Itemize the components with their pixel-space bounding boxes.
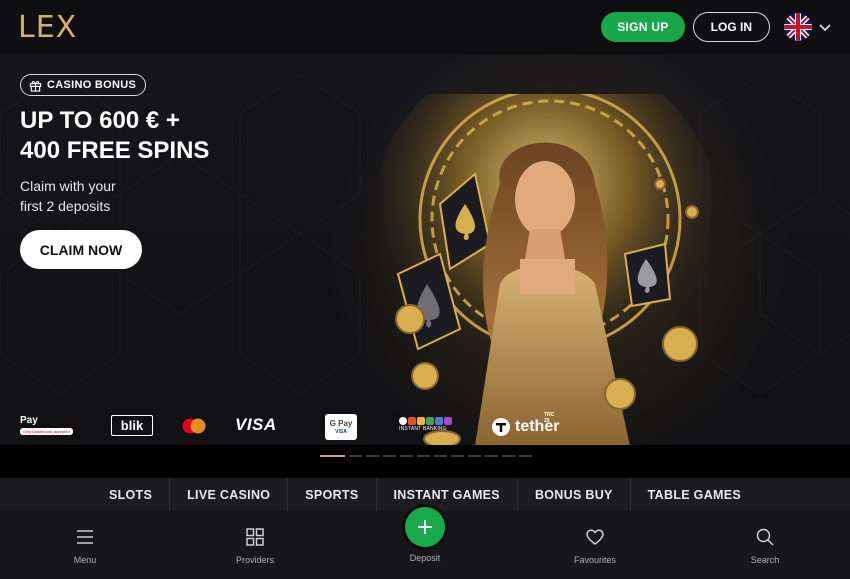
providers-label: Providers [235,555,274,565]
carousel-dot[interactable] [451,455,464,457]
carousel-indicators [320,455,532,457]
carousel-bar [0,445,850,478]
header-actions: SIGN UP LOG IN [601,12,832,42]
tether-icon [492,418,510,436]
search-button[interactable]: Search [725,527,805,565]
carousel-dot[interactable] [485,455,498,457]
search-label: Search [750,555,780,565]
favourites-button[interactable]: Favourites [555,527,635,565]
claim-now-button[interactable]: CLAIM NOW [20,230,142,269]
menu-button[interactable]: Menu [45,527,125,565]
language-selector[interactable] [784,13,832,41]
hero-banner: CASINO BONUS UP TO 600 € + 400 FREE SPIN… [0,54,850,445]
category-tab[interactable]: TABLE GAMES [631,478,758,511]
subtitle-line-2: first 2 deposits [20,198,111,214]
bank-badge-icon [408,417,416,425]
category-tab[interactable]: SLOTS [92,478,171,511]
hero-headline: UP TO 600 € + 400 FREE SPINS [20,106,320,166]
sign-up-button[interactable]: SIGN UP [601,12,685,42]
carousel-dot[interactable] [366,455,379,457]
apple-pay-note: Only Mastercard accepted [20,428,73,435]
gift-icon [29,80,42,92]
carousel-dot[interactable] [519,455,532,457]
hero-subtitle: Claim with your first 2 deposits [20,176,150,216]
bank-badge-icon [444,417,452,425]
tether-trc-label: TRC 20 [544,412,555,424]
bank-icon [399,417,407,425]
blik-logo: blik [111,415,153,436]
plus-icon [418,520,432,534]
carousel-dot[interactable] [320,455,345,457]
category-tab[interactable]: INSTANT GAMES [377,478,518,511]
instant-banking-label: INSTANT BANKING [399,426,447,432]
bank-badge-icon [417,417,425,425]
apple-pay-logo: Pay Only Mastercard accepted [20,415,73,435]
category-tab[interactable]: BONUS BUY [518,478,631,511]
log-in-button[interactable]: LOG IN [692,12,770,42]
tether-logo: tether TRC 20 [491,412,559,437]
bottom-navigation: Menu Providers Deposit Favourites Search [0,507,850,579]
gpay-visa-label: VISA [335,429,347,435]
hamburger-icon [77,530,93,544]
hero-illustration [380,94,710,445]
chevron-down-icon [819,24,831,32]
headline-line-1: UP TO 600 € + [20,107,180,134]
carousel-dot[interactable] [383,455,396,457]
carousel-dot[interactable] [434,455,447,457]
deposit-label: Deposit [409,553,441,563]
gpay-label: G Pay [329,419,353,428]
grid-icon [246,528,264,546]
uk-flag-icon [784,13,812,41]
top-header: LEX SIGN UP LOG IN [0,0,850,54]
instant-banking-icons [399,417,452,425]
mastercard-icon [182,418,206,434]
carousel-dot[interactable] [400,455,413,457]
providers-button[interactable]: Providers [215,527,295,565]
carousel-dot[interactable] [502,455,515,457]
subtitle-line-1: Claim with your [20,178,116,194]
favourites-label: Favourites [573,555,617,565]
payment-methods-row: Pay Only Mastercard accepted blik VISA G… [0,405,850,445]
visa-logo: VISA [235,415,277,434]
search-icon [756,528,774,546]
carousel-dot[interactable] [468,455,481,457]
google-pay-visa-logo: G Pay VISA [325,414,357,440]
carousel-dot[interactable] [417,455,430,457]
bank-badge-icon [435,417,443,425]
apple-pay-label: Pay [20,415,38,426]
menu-label: Menu [73,555,97,565]
category-tab[interactable]: LIVE CASINO [170,478,289,511]
headline-line-2: 400 FREE SPINS [20,137,210,164]
carousel-dot[interactable] [349,455,362,457]
category-tab[interactable]: SPORTS [288,478,377,511]
heart-icon [586,529,604,545]
bank-badge-icon [426,417,434,425]
casino-bonus-label: CASINO BONUS [47,79,137,91]
lex-logo[interactable]: LEX [18,10,77,45]
instant-banking-logo: INSTANT BANKING [399,417,452,432]
casino-bonus-badge: CASINO BONUS [20,74,147,96]
deposit-button[interactable] [405,507,445,547]
